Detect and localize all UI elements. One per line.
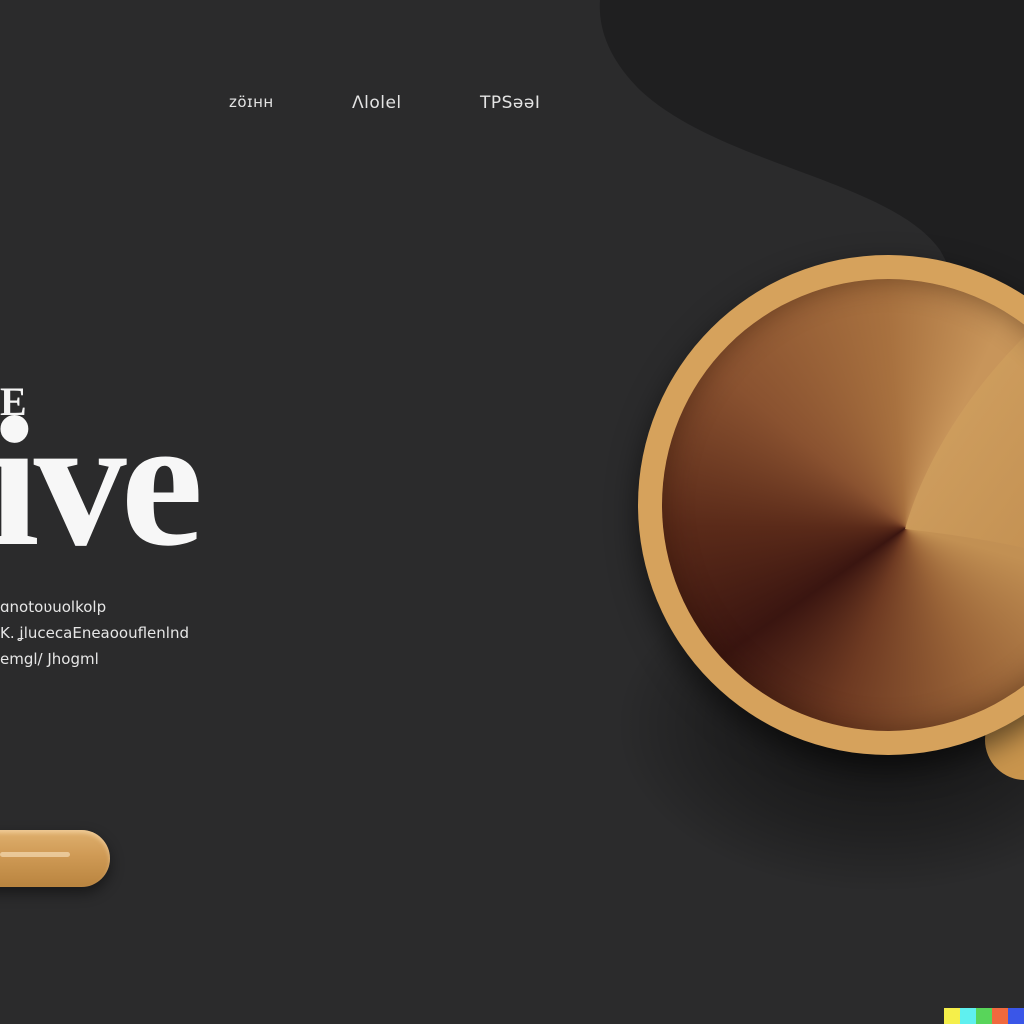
landing-page: ᴢöɪнн Ʌlolel TPSǝǝI E ive ɑnotoʋuolkolp … bbox=[0, 0, 1024, 1024]
description-line-1: ɑnotoʋuolkolp bbox=[0, 598, 107, 616]
nav-link-3[interactable]: TPSǝǝI bbox=[480, 93, 540, 113]
color-swatch-bar bbox=[944, 1008, 1024, 1024]
swatch-cyan bbox=[960, 1008, 976, 1024]
cta-highlight bbox=[0, 852, 70, 857]
coffee-cup-icon bbox=[638, 255, 1024, 755]
description-line-2: K. ʝlucecaEneaoouflenlnd bbox=[0, 624, 189, 642]
hero-title: ive bbox=[0, 379, 203, 585]
coffee-surface bbox=[662, 279, 1024, 731]
swatch-blue bbox=[1008, 1008, 1024, 1024]
swatch-orange bbox=[992, 1008, 1008, 1024]
swatch-green bbox=[976, 1008, 992, 1024]
coffee-swirl bbox=[905, 337, 1024, 548]
top-nav: ᴢöɪнн Ʌlolel TPSǝǝI bbox=[0, 93, 1024, 123]
nav-link-1[interactable]: ᴢöɪнн bbox=[229, 93, 274, 111]
hero-description: ɑnotoʋuolkolp K. ʝlucecaEneaoouflenlnd e… bbox=[0, 594, 270, 672]
cta-button[interactable] bbox=[0, 830, 110, 887]
swatch-yellow bbox=[944, 1008, 960, 1024]
nav-link-2[interactable]: Ʌlolel bbox=[352, 93, 402, 113]
description-line-3: emgl/ Jhogml bbox=[0, 650, 99, 668]
